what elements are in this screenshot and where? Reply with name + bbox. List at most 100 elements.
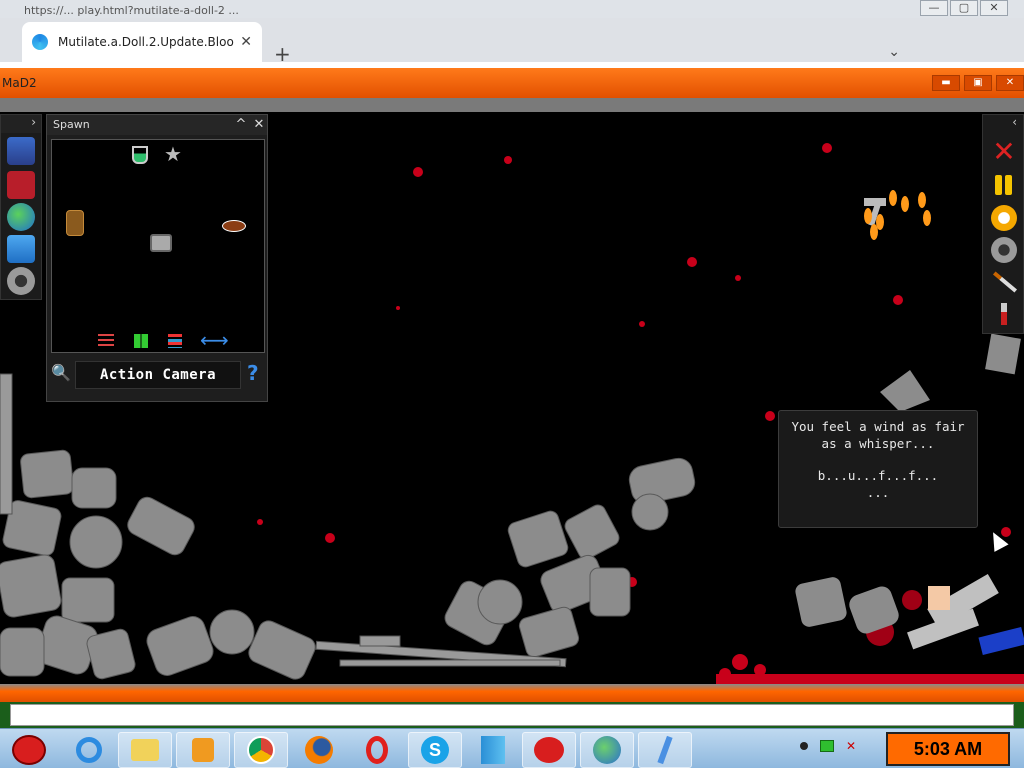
spawn-selected-item[interactable]: Action Camera <box>75 361 241 389</box>
help-icon[interactable]: ? <box>247 361 259 385</box>
game-close-button[interactable]: ✕ <box>996 75 1024 91</box>
search-icon[interactable]: 🔍 <box>51 363 71 382</box>
tray-dot-icon[interactable] <box>800 742 808 750</box>
folder-icon[interactable] <box>118 732 172 768</box>
sliders-icon[interactable] <box>98 334 114 348</box>
browser-tab-bar: Mutilate.a.Doll.2.Update.Bloody.M ✕ + ⌄ <box>0 18 1024 66</box>
blood-drop <box>902 590 922 610</box>
taskbar-clock[interactable]: 5:03 AM <box>886 732 1010 766</box>
angry-birds-icon[interactable] <box>522 732 576 768</box>
flaming-hammer <box>864 190 931 240</box>
game-maximize-button[interactable]: ▣ <box>964 75 992 91</box>
windows-taskbar: S ✕ 5:03 AM <box>0 728 1024 768</box>
blood-drop <box>639 321 645 327</box>
flask-icon[interactable] <box>132 146 148 164</box>
spawn-search-bar: 🔍 Action Camera ? <box>49 359 265 391</box>
list-icon[interactable] <box>168 334 182 348</box>
left-toolbar: › <box>0 114 42 300</box>
close-x-icon[interactable]: ✕ <box>991 138 1017 166</box>
save-icon[interactable] <box>7 235 35 263</box>
stopwatch-icon[interactable] <box>991 205 1017 231</box>
browser-tab[interactable]: Mutilate.a.Doll.2.Update.Bloody.M ✕ <box>22 22 262 62</box>
box-icon[interactable] <box>466 732 520 768</box>
spawn-close-icon[interactable]: ✕ <box>251 117 267 133</box>
spawn-panel-header: Spawn ^ ✕ <box>47 115 267 135</box>
skype-icon[interactable]: S <box>408 732 462 768</box>
game-canvas[interactable]: › Spawn ^ ✕ ★ ⟷ 🔍 Action Camera ? ‹ ✕ Yo… <box>0 112 1024 684</box>
rifle-vertical <box>0 373 13 515</box>
spawn-item-grid: ★ ⟷ <box>51 139 265 353</box>
torn-doll-right <box>795 573 1024 656</box>
browser-top-strip: https://... play.html?mutilate-a-doll-2 … <box>0 0 1024 18</box>
network-status-icon[interactable] <box>820 740 834 752</box>
game-top-border <box>0 98 1024 112</box>
tab-list-chevron-icon[interactable]: ⌄ <box>888 44 900 60</box>
volume-muted-icon[interactable]: ✕ <box>846 739 860 753</box>
blood-drop <box>257 519 263 525</box>
blood-drop <box>732 654 748 670</box>
blood-drop <box>504 156 512 164</box>
grid-icon[interactable] <box>134 334 148 348</box>
browser-url-strip: https://... play.html?mutilate-a-doll-2 … <box>24 4 239 17</box>
bottom-strip <box>0 702 1024 728</box>
right-toolbar-expand-button[interactable]: ‹ <box>983 115 1023 133</box>
globe-icon[interactable] <box>7 203 35 231</box>
game-bottom-border <box>0 684 1024 702</box>
opera-icon[interactable] <box>350 732 404 768</box>
blood-pool <box>716 674 1024 684</box>
right-toolbar: ‹ ✕ <box>982 114 1024 334</box>
football-icon[interactable] <box>222 220 246 232</box>
doll-parts-center <box>444 457 696 658</box>
blood-drop <box>396 306 400 310</box>
rifle <box>339 659 561 667</box>
arrows-icon[interactable]: ⟷ <box>200 328 229 352</box>
message-line: b...u...f...f... <box>817 468 939 483</box>
message-line: You feel a wind as fair <box>791 419 965 434</box>
blood-drop <box>325 533 335 543</box>
doll-parts-left <box>0 449 316 680</box>
hanging-structure <box>880 333 1021 412</box>
browser-maximize-button[interactable]: ▢ <box>950 0 978 16</box>
pause-icon[interactable] <box>991 173 1017 199</box>
browser-close-button[interactable]: ✕ <box>980 0 1008 16</box>
angry-birds-start-icon[interactable] <box>2 732 56 768</box>
tab-close-icon[interactable]: ✕ <box>240 34 252 50</box>
camera-icon[interactable] <box>150 234 172 252</box>
browser-minimize-button[interactable]: — <box>920 0 948 16</box>
rifle-scope <box>359 635 401 647</box>
network-globe-icon[interactable] <box>580 732 634 768</box>
knife-icon[interactable] <box>991 269 1018 295</box>
edge-icon <box>32 34 48 50</box>
blood-drop <box>735 275 741 281</box>
game-titlebar: MaD2 ▬ ▣ ✕ <box>0 68 1024 98</box>
blood-drop <box>413 167 423 177</box>
bottom-input-field[interactable] <box>10 704 1014 726</box>
blood-drop <box>765 411 775 421</box>
media-player-icon[interactable] <box>176 732 230 768</box>
spawn-panel: Spawn ^ ✕ ★ ⟷ 🔍 Action Camera ? <box>46 114 268 402</box>
game-minimize-button[interactable]: ▬ <box>932 75 960 91</box>
ie-icon[interactable] <box>62 732 116 768</box>
chrome-icon[interactable] <box>234 732 288 768</box>
spawn-panel-title: Spawn <box>53 118 90 131</box>
book-icon[interactable] <box>7 171 35 199</box>
firefox-icon[interactable] <box>292 732 346 768</box>
left-toolbar-expand-button[interactable]: › <box>1 115 41 133</box>
message-line: ... <box>866 484 890 500</box>
blood-drop <box>687 257 697 267</box>
syringe-icon[interactable] <box>991 301 1017 327</box>
figure-icon[interactable] <box>638 732 692 768</box>
spawn-collapse-icon[interactable]: ^ <box>233 117 249 133</box>
person-icon[interactable] <box>7 137 35 165</box>
game-message-box: You feel a wind as fair as a whisper... … <box>778 410 978 528</box>
blood-drop <box>893 295 903 305</box>
system-tray: ✕ <box>800 739 860 753</box>
barrel-icon[interactable] <box>66 210 84 236</box>
tab-title: Mutilate.a.Doll.2.Update.Bloody.M <box>58 35 234 49</box>
star-icon[interactable]: ★ <box>164 142 182 166</box>
message-line: as a whisper... <box>821 435 935 451</box>
gear-icon[interactable] <box>7 267 35 295</box>
gear-icon[interactable] <box>991 237 1017 263</box>
blood-drop <box>822 143 832 153</box>
game-window-title: MaD2 <box>2 76 37 90</box>
